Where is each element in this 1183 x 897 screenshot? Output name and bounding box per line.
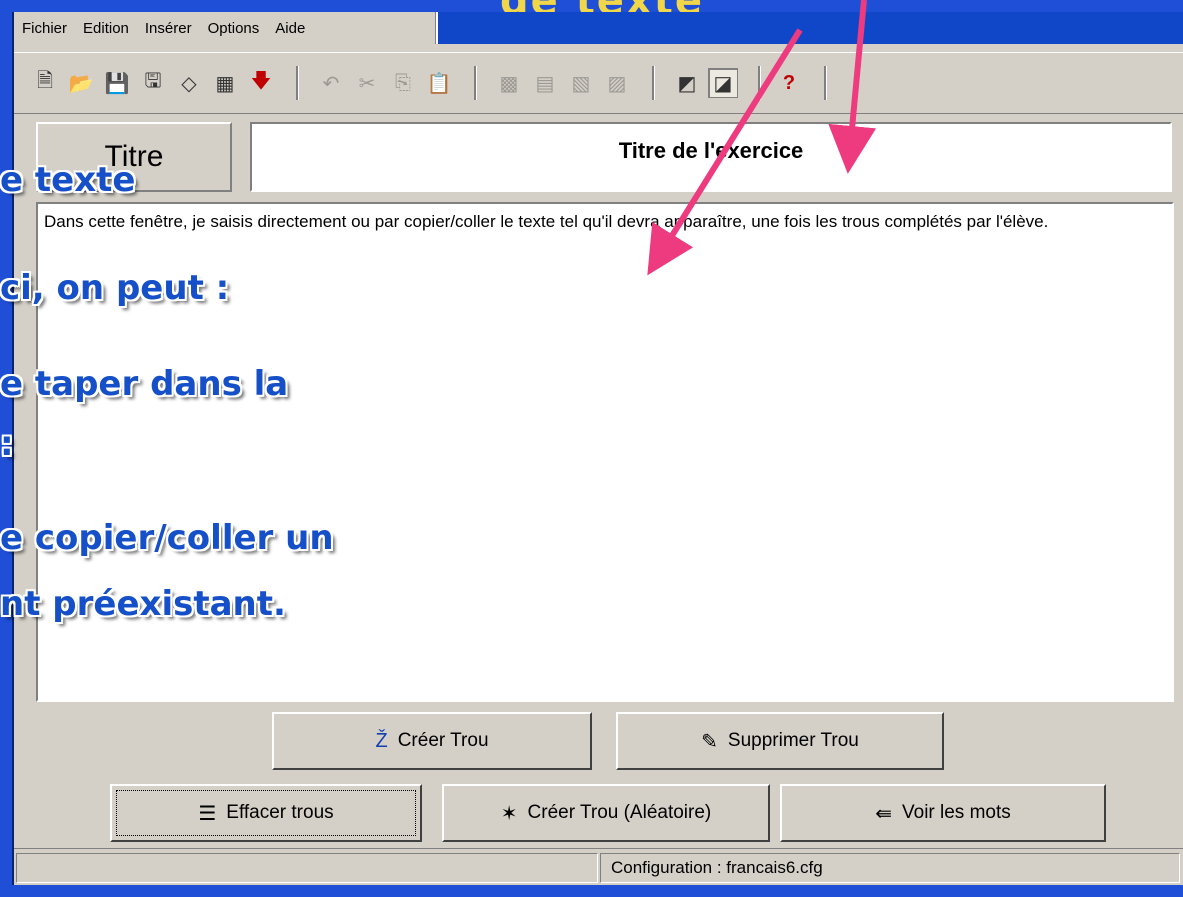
see-words-label: Voir les mots — [902, 802, 1011, 823]
paste-icon[interactable]: 📋 — [424, 68, 454, 98]
hole-icon: Ž — [375, 729, 388, 752]
cut-icon[interactable]: ✂ — [352, 68, 382, 98]
see-words-button[interactable]: ⇚ Voir les mots — [780, 784, 1106, 842]
menu-aide[interactable]: Aide — [267, 20, 313, 37]
hole-remove-icon[interactable]: ▨ — [602, 68, 632, 98]
new-document-icon[interactable]: 🗎 — [30, 68, 60, 98]
create-hole-label: Créer Trou — [397, 730, 489, 751]
eraser-icon[interactable]: ◇ — [174, 68, 204, 98]
help-icon[interactable]: ? — [774, 68, 804, 98]
hole-layout-icon[interactable]: ▤ — [530, 68, 560, 98]
word-tree-icon: ⇚ — [875, 802, 892, 825]
menu-bar: Fichier Edition Insérer Options Aide — [14, 12, 1183, 44]
menubar-fill — [438, 12, 1183, 44]
menu-inserer[interactable]: Insérer — [137, 20, 200, 37]
clear-holes-label: Effacer trous — [226, 802, 334, 823]
menu-fichier[interactable]: Fichier — [14, 20, 75, 37]
save-as-icon[interactable]: 🖫 — [138, 68, 168, 98]
eraser-icon: ✎ — [701, 730, 718, 753]
delete-hole-button[interactable]: ✎ Supprimer Trou — [616, 712, 944, 770]
app-window: Fichier Edition Insérer Options Aide 🗎 📂… — [12, 12, 1183, 885]
hole-random-icon[interactable]: ▧ — [566, 68, 596, 98]
status-pane-left — [16, 853, 598, 883]
copy-icon[interactable]: ⎘ — [388, 68, 418, 98]
preview-icon[interactable]: ◩ — [672, 68, 702, 98]
create-random-hole-button[interactable]: ✶ Créer Trou (Aléatoire) — [442, 784, 770, 842]
open-folder-icon[interactable]: 📂 — [66, 68, 96, 98]
toolbar: 🗎 📂 💾 🖫 ◇ ▦ 🡇 ↶ ✂ ⎘ 📋 ▩ ▤ ▧ ▨ ◩ ◪ ? — [14, 52, 1183, 114]
delete-hole-label: Supprimer Trou — [727, 730, 859, 751]
clear-holes-button[interactable]: ☰ Effacer trous — [110, 784, 422, 842]
create-random-label: Créer Trou (Aléatoire) — [527, 802, 712, 823]
edit-mode-icon[interactable]: ◪ — [708, 68, 738, 98]
status-bar: Configuration : francais6.cfg — [14, 848, 1183, 886]
toolbar-separator — [824, 66, 826, 100]
menu-edition[interactable]: Edition — [75, 20, 137, 37]
magic-wand-icon: ✶ — [500, 802, 518, 825]
title-label: Titre — [36, 122, 232, 192]
undo-icon[interactable]: ↶ — [316, 68, 346, 98]
hole-create-icon[interactable]: ▩ — [494, 68, 524, 98]
toolbar-separator — [758, 66, 760, 100]
clear-list-icon: ☰ — [198, 802, 217, 825]
toolbar-separator — [652, 66, 654, 100]
download-arrow-icon[interactable]: 🡇 — [246, 68, 276, 98]
exercise-text-area[interactable]: Dans cette fenêtre, je saisis directemen… — [36, 202, 1174, 702]
menu-options[interactable]: Options — [200, 20, 268, 37]
web-export-icon[interactable]: ▦ — [210, 68, 240, 98]
toolbar-separator — [474, 66, 476, 100]
toolbar-separator — [296, 66, 298, 100]
create-hole-button[interactable]: Ž Créer Trou — [272, 712, 592, 770]
status-config: Configuration : francais6.cfg — [600, 853, 1180, 883]
title-field[interactable]: Titre de l'exercice — [250, 122, 1172, 192]
save-icon[interactable]: 💾 — [102, 68, 132, 98]
